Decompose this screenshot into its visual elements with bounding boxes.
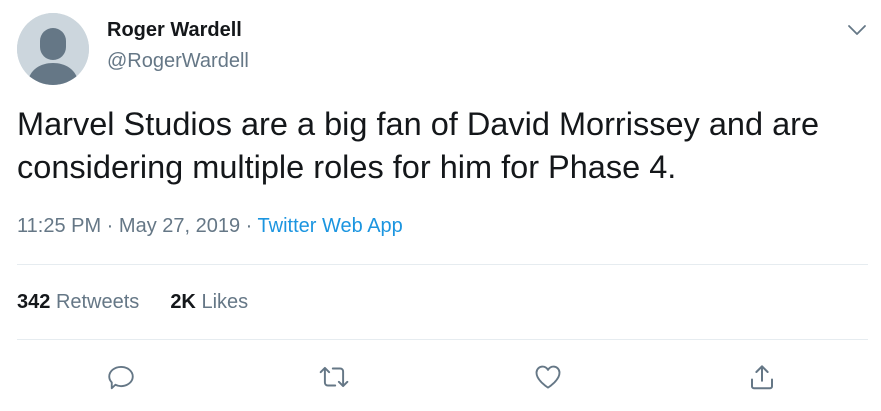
- retweets-label: Retweets: [55, 291, 140, 313]
- divider: [17, 339, 868, 340]
- retweets-count: 342: [17, 291, 51, 313]
- engagement-stats: 342 Retweets 2K Likes: [17, 291, 248, 314]
- default-avatar-icon: [17, 13, 89, 85]
- author-handle[interactable]: @RogerWardell: [107, 50, 249, 73]
- retweets-stat[interactable]: 342 Retweets: [17, 291, 139, 314]
- meta-separator: ·: [240, 215, 258, 237]
- like-button[interactable]: [531, 360, 565, 394]
- share-button[interactable]: [745, 360, 779, 394]
- meta-separator: ·: [101, 215, 119, 237]
- author-name[interactable]: Roger Wardell: [107, 19, 242, 42]
- likes-count: 2K: [170, 291, 196, 313]
- likes-label: Likes: [201, 291, 249, 313]
- tweet-text: Marvel Studios are a big fan of David Mo…: [17, 106, 820, 185]
- divider: [17, 264, 868, 265]
- heart-icon: [535, 365, 561, 389]
- retweet-button[interactable]: [317, 360, 351, 394]
- tweet-time[interactable]: 11:25 PM: [17, 215, 101, 237]
- tweet-metadata: 11:25 PM · May 27, 2019 · Twitter Web Ap…: [17, 215, 403, 238]
- likes-stat[interactable]: 2K Likes: [170, 291, 248, 314]
- chevron-down-icon: [848, 25, 866, 35]
- retweet-icon: [319, 366, 349, 388]
- tweet-date[interactable]: May 27, 2019: [119, 215, 240, 237]
- avatar[interactable]: [17, 13, 89, 85]
- tweet-source-link[interactable]: Twitter Web App: [258, 215, 403, 237]
- reply-icon: [108, 365, 134, 390]
- tweet-menu-button[interactable]: [843, 16, 871, 44]
- tweet-card: Roger Wardell @RogerWardell Marvel Studi…: [0, 0, 881, 411]
- share-icon: [751, 365, 773, 390]
- reply-button[interactable]: [104, 360, 138, 394]
